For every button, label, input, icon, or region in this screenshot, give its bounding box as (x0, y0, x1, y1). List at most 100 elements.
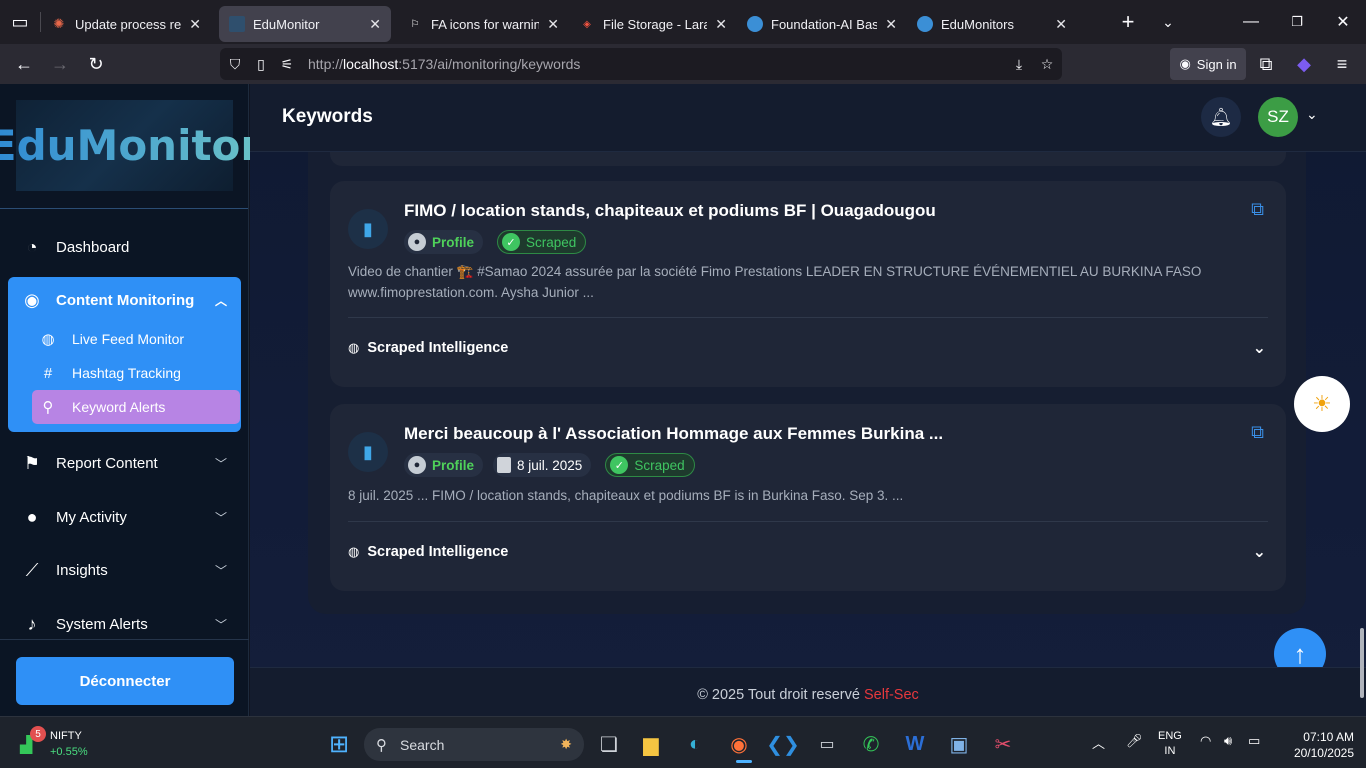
check-icon: ✓ (610, 456, 629, 474)
search-highlight-icon: ✸ (560, 736, 572, 752)
back-arrow-icon[interactable]: ← (6, 48, 42, 80)
sidebar-subitem-label: Keyword Alerts (72, 399, 166, 415)
bookmark-star-icon[interactable]: ☆ (1034, 56, 1060, 73)
whatsapp-icon[interactable]: ✆ (854, 727, 888, 761)
file-explorer-icon[interactable]: ▆ (634, 727, 668, 761)
close-icon[interactable]: ✕ (885, 16, 897, 33)
tab-list-chevron-icon[interactable]: ⌄ (1150, 6, 1186, 38)
calendar-icon (497, 457, 512, 473)
sign-in-button[interactable]: ◉ Sign in (1170, 48, 1246, 80)
sidebar-subitem-live-feed[interactable]: ◍ Live Feed Monitor (32, 322, 240, 356)
sidebar-item-insights[interactable]: ⟋ Insights ﹀ (8, 550, 241, 590)
sidebar-item-dashboard[interactable]: ◔ Dashboard (8, 227, 241, 267)
chevron-down-icon[interactable]: ⌄ (1306, 106, 1318, 123)
stock-widget[interactable]: ▟ 5 NIFTY +0.55% (16, 726, 106, 761)
browser-tab[interactable]: ◈ File Storage - Laravel 1 ✕ (569, 6, 737, 42)
sidebar-item-label: System Alerts (56, 615, 148, 633)
taskbar-search[interactable]: ⚲ Search ✸ (364, 728, 584, 761)
user-circle-icon: ● (408, 233, 426, 251)
clock-time: 07:10 AM (1303, 730, 1354, 744)
browser-tab[interactable]: ⚐ FA icons for warning ✕ (397, 6, 569, 42)
window-close-icon[interactable]: ✕ (1320, 0, 1366, 44)
word-icon[interactable]: W (898, 727, 932, 761)
search-icon: ⚲ (376, 736, 387, 754)
restore-icon[interactable]: ❐ (1274, 0, 1320, 44)
scraped-intelligence-toggle[interactable]: ◍ Scraped Intelligence ⌄ (348, 336, 1268, 360)
close-icon[interactable]: ✕ (1055, 16, 1067, 33)
edge-browser-icon[interactable]: ◐ (678, 727, 712, 761)
snipping-tool-icon[interactable]: ✂ (986, 727, 1020, 761)
chart-line-icon: ⟋ (25, 559, 39, 580)
install-app-icon[interactable]: ⤓ (1006, 56, 1032, 73)
reload-icon[interactable]: ↻ (78, 48, 114, 80)
scraped-badge-label: Scraped (526, 234, 577, 250)
minimize-icon[interactable]: — (1228, 0, 1274, 44)
close-icon[interactable]: ✕ (189, 16, 201, 33)
sidebar-subitem-hashtag[interactable]: # Hashtag Tracking (32, 356, 240, 390)
url-host: localhost (343, 56, 399, 72)
shield-icon[interactable]: ⛉ (222, 56, 248, 73)
browser-tab[interactable]: EduMonitors ✕ (907, 6, 1077, 42)
scraped-intelligence-label: Scraped Intelligence (367, 544, 509, 560)
post-description-line: www.fimoprestation.com. Aysha Junior ... (348, 285, 594, 300)
profile-badge: ● Profile (404, 453, 484, 477)
logo-text: EduMonitor (0, 121, 261, 170)
tray-overflow-chevron-icon[interactable]: ︿ (1092, 733, 1105, 752)
chevron-up-icon: ︿ (214, 293, 227, 308)
screen: ▭ ✺ Update process refiner ✕ EduMonitor … (0, 0, 1366, 768)
external-link-icon[interactable]: ⧉ (1251, 422, 1264, 443)
proton-vpn-icon[interactable]: ◆ (1286, 48, 1322, 80)
scraped-badge-label: Scraped (634, 457, 685, 473)
url-bar[interactable]: ⛉ ▯ ⚟ http://localhost:5173/ai/monitorin… (220, 48, 1062, 80)
user-icon: ● (26, 506, 38, 527)
windows-start-icon[interactable]: ⊞ (322, 727, 356, 761)
close-icon[interactable]: ✕ (369, 16, 381, 33)
page-icon[interactable]: ▯ (248, 56, 274, 73)
notifications-bell-icon[interactable]: 🔔︎ (1201, 97, 1241, 137)
sidebar-item-my-activity[interactable]: ● My Activity ﹀ (8, 497, 241, 537)
task-view-icon[interactable]: ❏ (592, 727, 626, 761)
microphone-icon[interactable]: 🎤︎ (1126, 733, 1143, 749)
region-code: IN (1164, 745, 1176, 757)
post-title[interactable]: Merci beaucoup à l' Association Hommage … (404, 424, 943, 444)
wifi-icon[interactable]: ◠ (1200, 733, 1211, 749)
browser-tab-active[interactable]: EduMonitor ✕ (219, 6, 391, 42)
tab-label: File Storage - Laravel 1 (603, 16, 708, 32)
stock-change: +0.55% (50, 746, 88, 758)
sidebar-item-content-monitoring[interactable]: ◉ Content Monitoring ︿ (8, 280, 241, 320)
app-logo[interactable]: EduMonitor (0, 100, 261, 191)
language-indicator[interactable]: ENG IN (1158, 729, 1182, 759)
scraped-intelligence-toggle[interactable]: ◍ Scraped Intelligence ⌄ (348, 540, 1268, 564)
permissions-icon[interactable]: ⚟ (274, 56, 300, 73)
theme-toggle-sun-icon[interactable]: ☀ (1294, 376, 1350, 432)
browser-tab[interactable]: ✺ Update process refiner ✕ (41, 6, 211, 42)
external-link-icon[interactable]: ⧉ (1251, 199, 1264, 220)
sidebar-item-label: Dashboard (56, 238, 130, 256)
control-panel-icon[interactable]: ▣ (942, 727, 976, 761)
browser-tab[interactable]: Foundation-AI Base sol ✕ (737, 6, 907, 42)
url-text[interactable]: http://localhost:5173/ai/monitoring/keyw… (308, 56, 580, 72)
browser-tab-bar: ▭ ✺ Update process refiner ✕ EduMonitor … (0, 0, 1366, 44)
terminal-icon[interactable]: ▭ (810, 727, 844, 761)
logout-button[interactable]: Déconnecter (16, 657, 234, 705)
sidebar-item-system-alerts[interactable]: ♪ System Alerts ﹀ (8, 604, 241, 644)
tab-label: EduMonitors (941, 16, 1014, 32)
sidebar-subitem-keyword-alerts[interactable]: ⚲ Keyword Alerts (32, 390, 240, 424)
system-clock[interactable]: 07:10 AM 20/10/2025 (1278, 729, 1354, 761)
firefox-icon[interactable]: ◉ (722, 727, 756, 761)
close-icon[interactable]: ✕ (715, 16, 727, 33)
page-scrollbar[interactable] (1360, 628, 1364, 698)
footer-brand-link[interactable]: Self-Sec (864, 687, 919, 703)
new-tab-icon[interactable]: + (1110, 6, 1146, 38)
extensions-icon[interactable]: ⧉ (1248, 48, 1284, 80)
avatar[interactable]: SZ (1258, 97, 1298, 137)
battery-icon[interactable]: ▭ (1248, 733, 1260, 749)
forward-arrow-icon[interactable]: → (42, 48, 78, 80)
volume-icon[interactable]: 🔊︎ (1224, 733, 1232, 749)
post-title[interactable]: FIMO / location stands, chapiteaux et po… (404, 201, 936, 221)
menu-hamburger-icon[interactable]: ≡ (1324, 48, 1360, 80)
tab-overview-icon[interactable]: ▭ (0, 6, 40, 38)
sidebar-item-report-content[interactable]: ⚑ Report Content ﹀ (8, 443, 241, 483)
vscode-icon[interactable]: ❮❯ (766, 727, 800, 761)
close-icon[interactable]: ✕ (547, 16, 559, 33)
